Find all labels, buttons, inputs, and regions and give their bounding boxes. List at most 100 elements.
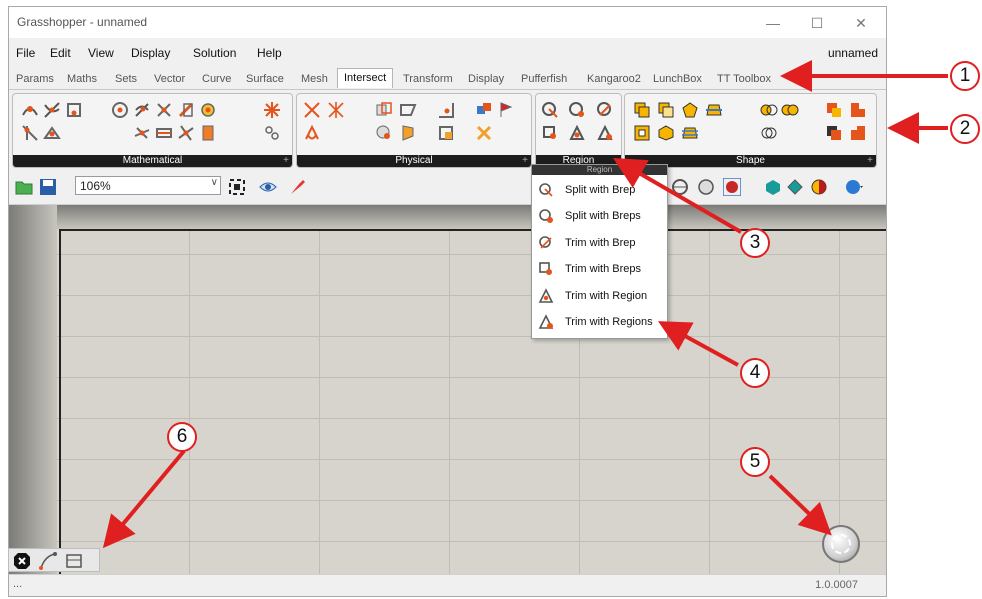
menu-item-trim-with-breps[interactable]: Trim with Breps	[538, 259, 663, 279]
split-brep-multiple-icon[interactable]	[681, 124, 699, 142]
region-union-icon[interactable]	[760, 101, 778, 119]
trim-regions-icon[interactable]	[596, 124, 614, 142]
menu-item-trim-with-region[interactable]: Trim with Region	[538, 286, 663, 306]
menu-edit[interactable]: Edit	[50, 46, 71, 60]
tab-kangaroo2[interactable]: Kangaroo2	[587, 73, 641, 85]
teal-gem-icon[interactable]	[786, 178, 804, 196]
collision-icon[interactable]	[497, 101, 515, 119]
preview-eye-icon[interactable]	[259, 178, 277, 196]
tab-params[interactable]: Params	[16, 73, 54, 85]
blue-sphere-dropdown-icon[interactable]	[845, 178, 863, 196]
mesh-plane-icon[interactable]	[199, 101, 217, 119]
split-breps-icon[interactable]	[568, 101, 586, 119]
tab-intersect[interactable]: Intersect	[337, 68, 394, 88]
mesh-split-shape-icon[interactable]	[849, 124, 867, 142]
canvas-navigation-widget[interactable]	[822, 525, 860, 563]
curve-line-icon[interactable]	[43, 101, 61, 119]
tab-vector[interactable]: Vector	[154, 73, 185, 85]
menu-item-split-with-brep[interactable]: Split with Brep	[538, 180, 663, 200]
surface-split-icon[interactable]	[155, 124, 173, 142]
menu-item-trim-with-regions[interactable]: Trim with Regions	[538, 312, 663, 332]
menu-view[interactable]: View	[88, 46, 114, 60]
tab-transform[interactable]: Transform	[403, 73, 453, 85]
tab-mesh[interactable]: Mesh	[301, 73, 328, 85]
curve-x-icon[interactable]	[303, 101, 321, 119]
curve-plane-icon[interactable]	[65, 101, 83, 119]
save-file-icon[interactable]	[39, 178, 57, 196]
surface-split-2-icon[interactable]	[399, 124, 417, 142]
contour-icon[interactable]	[263, 101, 281, 119]
zoom-level-combobox[interactable]: 106% ∨	[75, 176, 221, 195]
panel-label-mathematical: Mathematical +	[13, 155, 292, 167]
minimize-button[interactable]: —	[751, 12, 795, 34]
open-file-icon[interactable]	[15, 178, 33, 196]
zoom-extents-icon[interactable]	[228, 178, 246, 196]
chevron-down-icon[interactable]: ∨	[211, 177, 218, 188]
brep-plane-icon[interactable]	[155, 101, 173, 119]
trim-region-icon[interactable]	[568, 124, 586, 142]
wire-display-icon[interactable]	[39, 552, 57, 570]
boundary-volume-icon[interactable]	[657, 124, 675, 142]
solid-intersection-icon[interactable]	[681, 101, 699, 119]
plane-plane-icon[interactable]	[43, 124, 61, 142]
panel-expand-icon[interactable]: +	[522, 155, 528, 167]
menu-item-split-with-breps[interactable]: Split with Breps	[538, 206, 663, 226]
grasshopper-canvas[interactable]	[9, 205, 886, 596]
mesh-curve-icon[interactable]	[437, 101, 455, 119]
mesh-intersection-icon[interactable]	[825, 124, 843, 142]
solid-union-icon[interactable]	[633, 101, 651, 119]
split-brep-shape-icon[interactable]	[705, 101, 723, 119]
line-plane-icon[interactable]	[263, 124, 281, 142]
panel-expand-icon[interactable]: +	[867, 155, 873, 167]
line-line-icon[interactable]	[133, 124, 151, 142]
sketch-brush-icon[interactable]	[289, 178, 307, 196]
solid-union-2-icon[interactable]	[633, 124, 651, 142]
trim-brep-icon[interactable]	[596, 101, 614, 119]
cluster-icon[interactable]	[65, 552, 83, 570]
menu-file[interactable]: File	[16, 46, 35, 60]
tab-curve[interactable]: Curve	[202, 73, 231, 85]
iso-curve-icon[interactable]	[177, 124, 195, 142]
preview-shaded-icon[interactable]	[697, 178, 715, 196]
teal-cube-icon[interactable]	[764, 178, 782, 196]
tab-maths[interactable]: Maths	[67, 73, 97, 85]
curve-curve-icon[interactable]	[21, 101, 39, 119]
brep-brep-icon[interactable]	[375, 101, 393, 119]
surface-curve-icon[interactable]	[399, 101, 417, 119]
menu-item-trim-with-brep[interactable]: Trim with Brep	[538, 233, 663, 253]
brep-curve-2-icon[interactable]	[375, 124, 393, 142]
split-brep-icon[interactable]	[541, 101, 559, 119]
preview-selected-icon[interactable]	[723, 178, 741, 196]
curve-self-icon[interactable]	[303, 124, 321, 142]
plane-line-icon[interactable]	[21, 124, 39, 142]
plane-region-icon[interactable]	[199, 124, 217, 142]
brep-curve-icon[interactable]	[133, 101, 151, 119]
tab-surface[interactable]: Surface	[246, 73, 284, 85]
brep-line-icon[interactable]	[111, 101, 129, 119]
mesh-split-icon[interactable]	[437, 124, 455, 142]
tab-display[interactable]: Display	[468, 73, 504, 85]
preview-wireframe-icon[interactable]	[671, 178, 689, 196]
trim-breps-icon[interactable]	[541, 124, 559, 142]
panel-expand-icon[interactable]: +	[283, 155, 289, 167]
close-button[interactable]: ✕	[839, 12, 883, 34]
menu-display[interactable]: Display	[131, 46, 170, 60]
tab-pufferfish[interactable]: Pufferfish	[521, 73, 567, 85]
solid-difference-icon[interactable]	[657, 101, 675, 119]
collision-many-icon[interactable]	[475, 124, 493, 142]
menu-help[interactable]: Help	[257, 46, 282, 60]
mesh-union-icon[interactable]	[825, 101, 843, 119]
region-intersection-icon[interactable]	[760, 124, 778, 142]
tab-sets[interactable]: Sets	[115, 73, 137, 85]
menu-solution[interactable]: Solution	[193, 46, 236, 60]
clear-canvas-icon[interactable]	[13, 552, 31, 570]
tab-tt-toolbox[interactable]: TT Toolbox	[717, 73, 771, 85]
multiple-curves-icon[interactable]	[327, 101, 345, 119]
maximize-button[interactable]: ☐	[795, 12, 839, 34]
region-difference-icon[interactable]	[781, 101, 799, 119]
material-sphere-icon[interactable]	[810, 178, 828, 196]
tab-lunchbox[interactable]: LunchBox	[653, 73, 702, 85]
mesh-ray-icon[interactable]	[177, 101, 195, 119]
mesh-difference-icon[interactable]	[849, 101, 867, 119]
mesh-mesh-icon[interactable]	[475, 101, 493, 119]
